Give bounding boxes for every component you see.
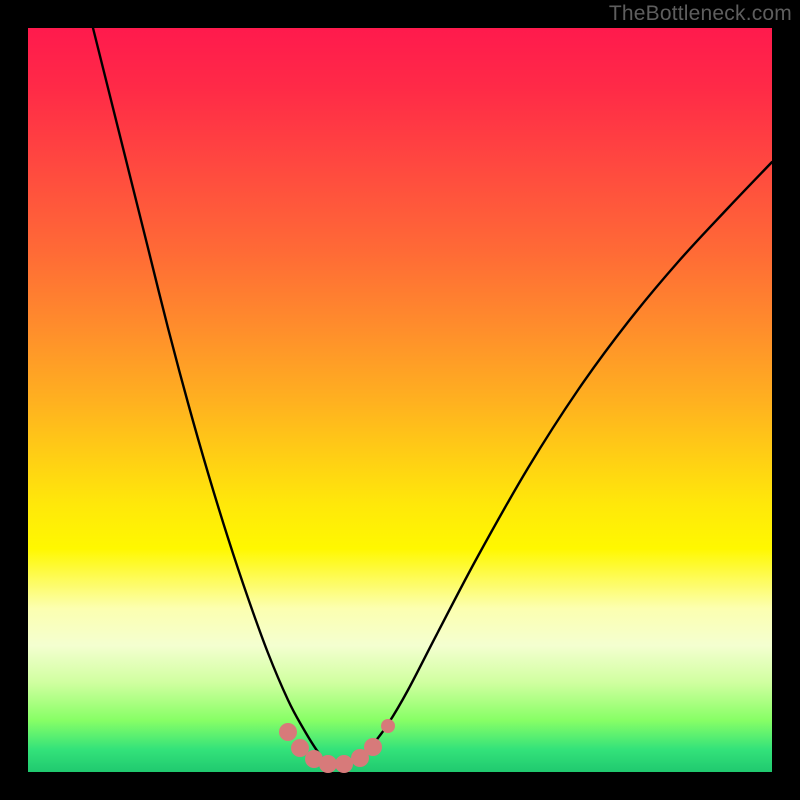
curve-marker	[381, 719, 395, 733]
curve-marker	[291, 739, 309, 757]
curve-marker	[279, 723, 297, 741]
outer-frame: TheBottleneck.com	[0, 0, 800, 800]
bottleneck-curve	[93, 28, 772, 765]
plot-area	[28, 28, 772, 772]
curve-svg	[28, 28, 772, 772]
curve-marker	[335, 755, 353, 773]
watermark-text: TheBottleneck.com	[609, 2, 792, 26]
marker-group	[279, 719, 395, 773]
curve-marker	[364, 738, 382, 756]
curve-marker	[319, 755, 337, 773]
